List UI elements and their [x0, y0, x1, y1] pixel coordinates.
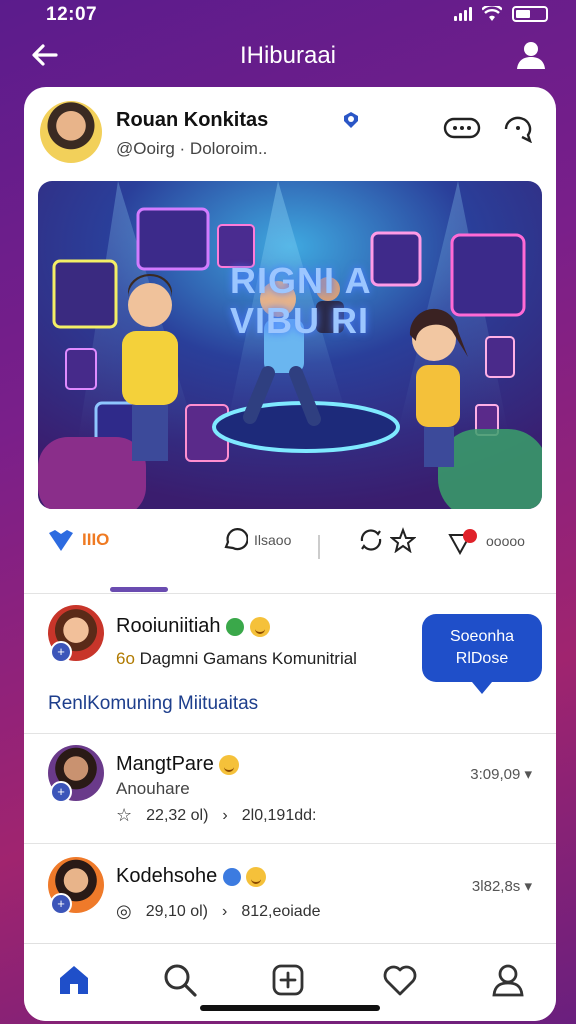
- divider: [24, 593, 556, 594]
- timestamp-text: 3l82,8s: [471, 878, 521, 895]
- post-image[interactable]: RIGNI A VIBU RI: [38, 181, 542, 509]
- search-cta-button[interactable]: Soeonha RlDose: [422, 614, 542, 694]
- profile-icon[interactable]: [514, 38, 548, 72]
- comment-author-name: Rooiuniitiah: [116, 615, 221, 637]
- comment-prefix: 6o: [116, 649, 135, 668]
- divider: [24, 733, 556, 734]
- chevron-right-icon: ›: [221, 902, 228, 920]
- cta-line2: RlDose: [455, 650, 509, 667]
- page-title: IHiburaai: [239, 42, 337, 69]
- battery-icon: [512, 6, 548, 22]
- hero-text: RIGNI A VIBU RI: [230, 261, 372, 341]
- status-time: 12:07: [46, 4, 98, 25]
- stat-other: 812,eoiade: [241, 902, 321, 920]
- more-options-icon[interactable]: [442, 113, 482, 143]
- list-item[interactable]: + Kodehsohe ◎ 29,10 ol) › 812,eoiade 3l8…: [24, 851, 556, 941]
- like-count: IIIO: [82, 530, 110, 549]
- share-icon: [448, 529, 477, 555]
- hero-text-line2: VIBU RI: [230, 300, 370, 341]
- list-item[interactable]: + MangtPare Anouhare ☆ 22,32 ol) › 2l0,1…: [24, 739, 556, 839]
- timestamp-text: 3:09,09: [470, 766, 521, 783]
- stat-views: 29,10 ol): [145, 902, 208, 920]
- chevron-down-icon[interactable]: ▾: [524, 766, 532, 783]
- chevron-right-icon: ›: [222, 806, 228, 824]
- comment-body: Dagmni Gamans Komunitrial: [139, 649, 357, 668]
- user-stats: ◎ 29,10 ol) › 812,eoiade: [116, 901, 321, 922]
- home-indicator: [200, 1005, 380, 1011]
- user-name: MangtPare: [116, 753, 240, 776]
- search-icon[interactable]: [160, 960, 200, 1000]
- heart-icon[interactable]: [380, 960, 420, 1000]
- repost-icon: [360, 529, 382, 551]
- comment-text: 6o Dagmni Gamans Komunitrial: [116, 649, 357, 669]
- like-action[interactable]: IIIO: [46, 527, 109, 553]
- timestamp: 3l82,8s ▾: [472, 877, 532, 895]
- bookmark-star-icon[interactable]: [390, 527, 416, 553]
- signal-icon: [454, 7, 472, 21]
- comment-action[interactable]: Ilsaoo: [222, 527, 291, 553]
- comment-icon: [224, 528, 248, 551]
- post-illustration: [38, 181, 542, 509]
- user-stats: ☆ 22,32 ol) › 2l0,191dd:: [116, 805, 316, 826]
- star-icon: ☆: [116, 805, 133, 825]
- smile-emoji-icon: [219, 754, 240, 775]
- repost-action[interactable]: [358, 527, 416, 553]
- verified-icon: [344, 112, 358, 128]
- share-action[interactable]: ooooo: [448, 527, 525, 555]
- wifi-icon: [482, 6, 502, 21]
- post-header: Rouan Konkitas @Ooirg · Doloroim..: [24, 87, 556, 179]
- home-icon[interactable]: [54, 960, 94, 1000]
- plus-square-icon[interactable]: [268, 960, 308, 1000]
- add-friend-badge[interactable]: +: [50, 781, 72, 803]
- heart-icon: [49, 530, 73, 551]
- status-icons: [454, 6, 548, 22]
- chevron-down-icon[interactable]: ▾: [524, 878, 532, 895]
- hero-text-line1: RIGNI A: [230, 260, 372, 301]
- user-subtitle: Anouhare: [116, 779, 190, 798]
- divider: [24, 843, 556, 844]
- stat-other: 2l0,191dd:: [241, 806, 317, 824]
- user-name: Kodehsohe: [116, 865, 267, 888]
- app-header: IHiburaai: [0, 34, 576, 76]
- add-friend-badge[interactable]: +: [50, 641, 72, 663]
- share-count: ooooo: [486, 533, 525, 549]
- check-icon: [226, 617, 245, 636]
- post-card: Rouan Konkitas @Ooirg · Doloroim.. RIGNI…: [24, 87, 556, 1021]
- add-friend-badge[interactable]: +: [50, 893, 72, 915]
- at-icon: ◎: [116, 901, 132, 921]
- user-icon[interactable]: [488, 960, 528, 1000]
- action-divider: [318, 535, 320, 559]
- user-name-text: MangtPare: [116, 753, 214, 775]
- cta-line1: Soeonha: [449, 628, 515, 645]
- author-handle: @Ooirg · Doloroim..: [116, 139, 268, 158]
- smile-emoji-icon: [246, 866, 267, 887]
- active-tab-indicator: [110, 587, 168, 592]
- author-avatar[interactable]: [40, 101, 102, 163]
- smile-emoji-icon: [249, 616, 270, 637]
- user-name-text: Kodehsohe: [116, 865, 218, 887]
- chat-bubble-icon[interactable]: [500, 113, 540, 143]
- stat-views: 22,32 ol): [146, 806, 209, 824]
- author-name[interactable]: Rouan Konkitas: [116, 109, 268, 132]
- verified-icon: [222, 867, 241, 886]
- community-link[interactable]: RenlKomuning Miituaitas: [48, 693, 258, 715]
- comment-author: Rooiuniitiah: [116, 615, 270, 638]
- status-bar: 12:07: [0, 0, 576, 32]
- timestamp: 3:09,09 ▾: [470, 765, 532, 783]
- comment-count: Ilsaoo: [254, 532, 292, 548]
